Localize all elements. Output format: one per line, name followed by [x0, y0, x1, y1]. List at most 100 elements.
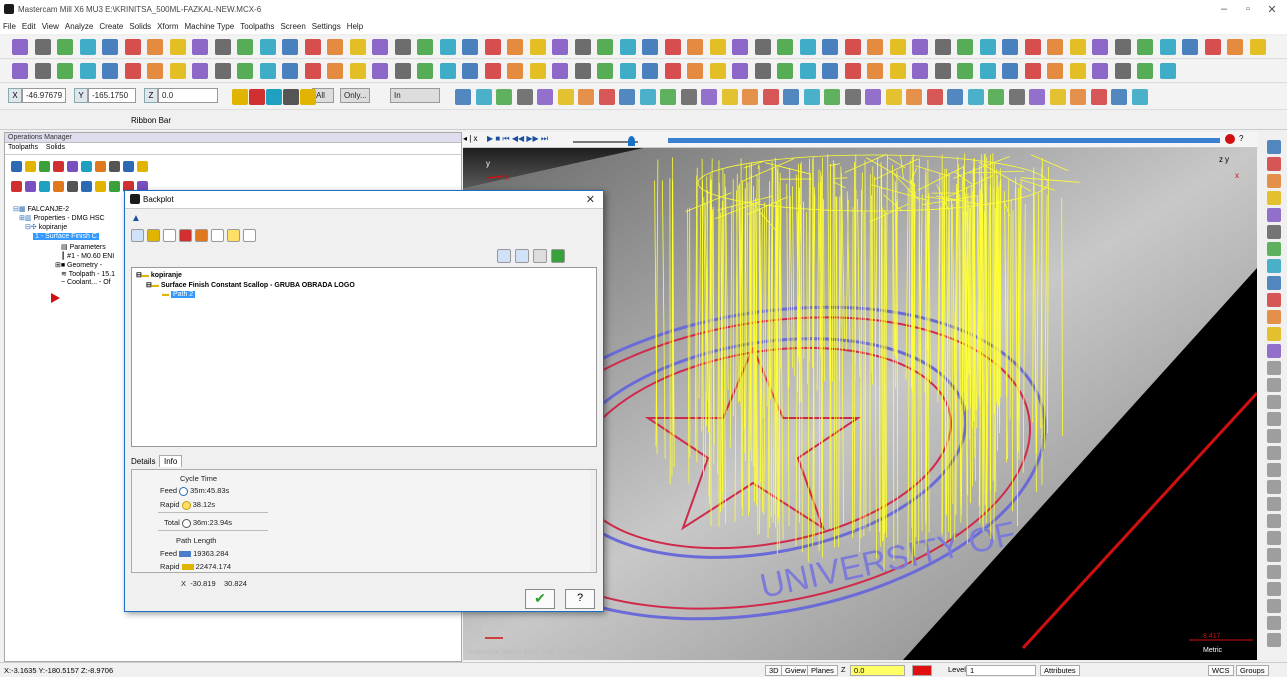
backplot-option-icon[interactable] [179, 229, 192, 242]
view-tool-icon[interactable] [1267, 225, 1281, 239]
toolbar-tool-icon[interactable] [1024, 39, 1041, 55]
backplot-option-icon[interactable] [227, 229, 240, 242]
toolbar-tool-icon[interactable] [529, 63, 546, 79]
backplot-option-icon[interactable] [147, 229, 160, 242]
toolbar-tool-icon[interactable] [597, 63, 613, 79]
backplot-option-icon[interactable] [211, 229, 224, 242]
toolbar-tool-icon[interactable] [799, 63, 816, 79]
view-tool-icon[interactable] [1267, 327, 1281, 341]
toolbar-tool-icon[interactable] [742, 89, 758, 105]
help-icon[interactable]: ? [1239, 134, 1243, 143]
backplot-close-button[interactable]: ✕ [586, 193, 595, 206]
toolbar-tool-icon[interactable] [967, 89, 984, 105]
toolbar-tool-icon[interactable] [619, 63, 636, 79]
toolbar-tool-icon[interactable] [169, 63, 186, 79]
view-tool-icon[interactable] [1267, 480, 1281, 494]
toolbar-tool-icon[interactable] [1114, 39, 1131, 55]
toolbar-tool-icon[interactable] [988, 89, 1004, 105]
z-depth-input[interactable]: 0.0 [850, 665, 905, 676]
color-swatch[interactable] [912, 665, 932, 676]
toolbar-tool-icon[interactable] [1227, 39, 1243, 55]
toolbar-tool-icon[interactable] [1137, 39, 1153, 55]
toolbar-tool-icon[interactable] [192, 39, 208, 55]
tab-details[interactable]: Details [131, 457, 155, 466]
toolbar-tool-icon[interactable] [282, 39, 298, 55]
menu-screen[interactable]: Screen [277, 20, 308, 33]
menu-toolpaths[interactable]: Toolpaths [237, 20, 277, 33]
toolbar-tool-icon[interactable] [639, 89, 656, 105]
toolbar-tool-icon[interactable] [1114, 63, 1131, 79]
view-tool-icon[interactable] [1267, 310, 1281, 324]
ops-tool-icon[interactable] [81, 181, 92, 192]
toolbar-tool-icon[interactable] [762, 89, 779, 105]
backplot-tool-icon[interactable] [497, 249, 511, 263]
view-tool-icon[interactable] [1267, 157, 1281, 171]
ops-tool-icon[interactable] [137, 161, 148, 172]
info-scrollbar[interactable] [590, 470, 596, 572]
toolbar-tool-icon[interactable] [979, 63, 996, 79]
toolbar-tool-icon[interactable] [327, 63, 343, 79]
toolbar-tool-icon[interactable] [169, 39, 186, 55]
ops-tool-icon[interactable] [67, 161, 78, 172]
toolbar-tool-icon[interactable] [79, 39, 96, 55]
toolbar-tool-icon[interactable] [889, 63, 906, 79]
toolbar-tool-icon[interactable] [1069, 63, 1086, 79]
gview-button[interactable]: Gview [781, 665, 810, 676]
toolbar-tool-icon[interactable] [1092, 39, 1108, 55]
toolbar-tool-icon[interactable] [1047, 39, 1063, 55]
view-tool-icon[interactable] [1267, 361, 1281, 375]
toolbar-tool-icon[interactable] [934, 39, 951, 55]
planes-button[interactable]: Planes [807, 665, 838, 676]
ops-tool-icon[interactable] [53, 161, 64, 172]
toolbar-tool-icon[interactable] [844, 39, 861, 55]
toolbar-tool-icon[interactable] [642, 63, 658, 79]
view-tool-icon[interactable] [1267, 446, 1281, 460]
ops-tool-icon[interactable] [11, 161, 22, 172]
toolbar-tool-icon[interactable] [822, 39, 838, 55]
bp-tree-group[interactable]: ⊟▬ kopiranje [136, 271, 182, 279]
toolbar-tool-icon[interactable] [1204, 39, 1221, 55]
toolbar-tool-icon[interactable] [783, 89, 799, 105]
toolbar-tool-icon[interactable] [701, 89, 717, 105]
toolbar-tool-icon[interactable] [867, 39, 883, 55]
toolbar-tool-icon[interactable] [1049, 89, 1066, 105]
level-input[interactable]: 1 [966, 665, 1036, 676]
toolbar-tool-icon[interactable] [889, 39, 906, 55]
toolbar-tool-icon[interactable] [475, 89, 492, 105]
view-tool-icon[interactable] [1267, 293, 1281, 307]
view-tool-icon[interactable] [1267, 378, 1281, 392]
toolbar-tool-icon[interactable] [709, 39, 726, 55]
toolbar-tool-icon[interactable] [1137, 63, 1153, 79]
view-tool-icon[interactable] [1267, 276, 1281, 290]
toolbar-tool-icon[interactable] [232, 89, 248, 105]
toolbar-tool-icon[interactable] [214, 39, 231, 55]
in-button[interactable]: In [390, 88, 440, 103]
tree-item-properties[interactable]: ⊞▥ Properties - DMG HSC [19, 214, 105, 222]
x-coordinate-input[interactable]: -46.97679 [22, 88, 66, 103]
only-button[interactable]: Only... [340, 88, 370, 103]
toolbar-tool-icon[interactable] [237, 63, 253, 79]
tree-item-machine-group[interactable]: ⊟▦ FALCANJE-2 [13, 205, 69, 213]
ok-button[interactable]: ✔ [525, 589, 555, 609]
toolbar-tool-icon[interactable] [957, 63, 973, 79]
speed-slider-thumb[interactable] [628, 136, 635, 146]
ops-tool-icon[interactable] [39, 181, 50, 192]
ops-tool-icon[interactable] [53, 181, 64, 192]
tree-item-toolpath[interactable]: ≋ Toolpath - 15.1 [61, 270, 115, 278]
toolbar-tool-icon[interactable] [507, 63, 523, 79]
toolbar-tool-icon[interactable] [732, 63, 748, 79]
toolbar-tool-icon[interactable] [327, 39, 343, 55]
view-tool-icon[interactable] [1267, 140, 1281, 154]
toolbar-tool-icon[interactable] [1002, 39, 1018, 55]
toolbar-tool-icon[interactable] [552, 39, 568, 55]
toolbar-tool-icon[interactable] [557, 89, 574, 105]
view-tool-icon[interactable] [1267, 259, 1281, 273]
toolbar-tool-icon[interactable] [417, 39, 433, 55]
toolbar-tool-icon[interactable] [147, 39, 163, 55]
3d-button[interactable]: 3D [765, 665, 783, 676]
toolbar-tool-icon[interactable] [1008, 89, 1025, 105]
toolbar-tool-icon[interactable] [34, 63, 51, 79]
toolbar-tool-icon[interactable] [12, 39, 28, 55]
bp-tree-operation[interactable]: ⊟▬ Surface Finish Constant Scallop - GRU… [146, 281, 355, 289]
toolbar-tool-icon[interactable] [394, 63, 411, 79]
